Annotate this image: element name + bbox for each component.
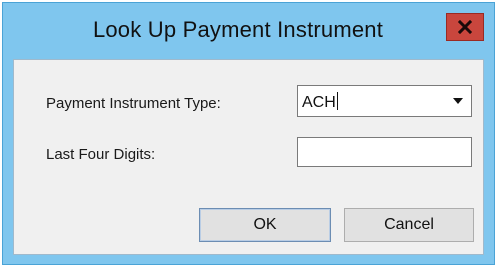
dialog-body: Payment Instrument Type: ACH Last Four D… — [13, 59, 484, 255]
close-button[interactable] — [446, 13, 484, 41]
payment-type-label: Payment Instrument Type: — [46, 95, 221, 112]
payment-type-select[interactable]: ACH — [297, 85, 472, 117]
last-four-label: Last Four Digits: — [46, 146, 156, 163]
last-four-input[interactable] — [297, 137, 472, 167]
payment-type-value: ACH — [302, 94, 336, 111]
dropdown-button[interactable] — [447, 88, 469, 114]
chevron-down-icon — [452, 92, 464, 110]
text-caret — [336, 92, 338, 110]
lookup-dialog: Look Up Payment Instrument Payment Instr… — [2, 2, 495, 265]
title-bar[interactable]: Look Up Payment Instrument — [3, 3, 494, 59]
dialog-title: Look Up Payment Instrument — [92, 17, 384, 42]
cancel-button[interactable]: Cancel — [344, 208, 474, 242]
ok-button[interactable]: OK — [199, 208, 331, 242]
close-icon — [458, 20, 472, 34]
